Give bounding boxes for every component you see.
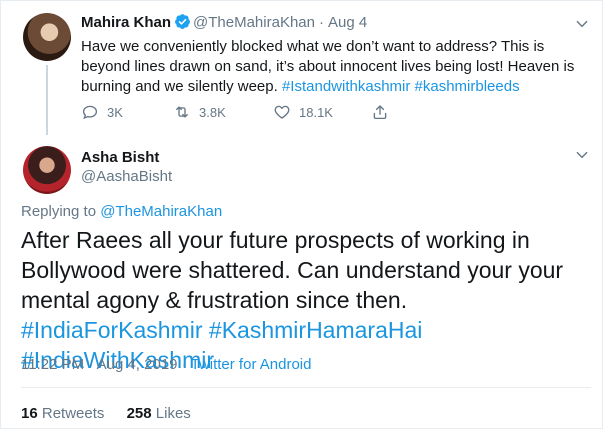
likes-stat[interactable]: 258 Likes [127,405,191,422]
separator-dot: · [88,356,94,373]
replying-to-label: Replying to [21,203,97,220]
chevron-down-icon[interactable] [575,148,589,162]
reply-icon [82,105,98,120]
divider [21,387,591,388]
retweets-stat[interactable]: 16 Retweets [21,405,104,422]
retweet-icon [176,106,188,118]
chevron-down-icon[interactable] [575,17,589,31]
author-name[interactable]: Asha Bisht [81,148,159,168]
tweet-text: After Raees all your future prospects of… [21,225,591,375]
replying-to: Replying to @TheMahiraKhan [21,202,222,222]
avatar[interactable] [23,13,71,61]
likes-count: 258 [126,405,152,422]
retweet-button[interactable]: 3.8K [173,102,226,122]
tweet-date[interactable]: Aug 4, 2019 [97,356,178,373]
retweets-label: Retweets [41,405,105,422]
author-handle[interactable]: @AashaBisht [81,167,172,187]
share-icon [373,105,387,120]
reply-button[interactable]: 3K [81,102,123,122]
separator-dot: · [181,356,187,373]
tweet-thread: Mahira Khan @TheMahiraKhan · Aug 4 Have we … [0,0,603,429]
hashtag-link[interactable]: #KashmirHamaraHai [209,317,422,343]
retweet-count: 3.8K [199,104,226,120]
heart-icon [274,105,290,119]
author-name[interactable]: Mahira Khan [81,14,171,31]
hashtag-link[interactable]: #kashmirbleeds [415,78,520,95]
thread-connector [46,65,48,135]
share-button[interactable] [371,102,397,122]
like-button[interactable]: 18.1K [273,102,333,122]
parent-tweet-header: Mahira Khan @TheMahiraKhan · Aug 4 [81,13,367,33]
parent-tweet[interactable]: Mahira Khan @TheMahiraKhan · Aug 4 Have we … [1,1,603,136]
tweet-time[interactable]: 11:22 PM [21,356,84,373]
tweet-text: Have we conveniently blocked what we don… [81,37,586,97]
tweet-date[interactable]: Aug 4 [328,14,367,31]
engagement-stats: 16 Retweets 258 Likes [21,404,209,424]
author-handle[interactable]: @TheMahiraKhan [193,14,315,31]
tweet-body: After Raees all your future prospects of… [21,227,564,313]
like-count: 18.1K [299,104,333,120]
client-link[interactable]: Twitter for Android [191,356,312,373]
hashtag-link[interactable]: #IndiaForKashmir [21,317,203,343]
reply-count: 3K [107,104,123,120]
separator-dot: · [318,14,324,31]
likes-label: Likes [155,405,191,422]
hashtag-link[interactable]: #Istandwithkashmir [282,78,410,95]
verified-badge-icon [175,14,190,29]
retweets-count: 16 [21,405,38,422]
avatar[interactable] [23,146,71,194]
mention-link[interactable]: @TheMahiraKhan [100,203,222,220]
tweet-metadata: 11:22 PM · Aug 4, 2019 · Twitter for And… [21,355,311,375]
